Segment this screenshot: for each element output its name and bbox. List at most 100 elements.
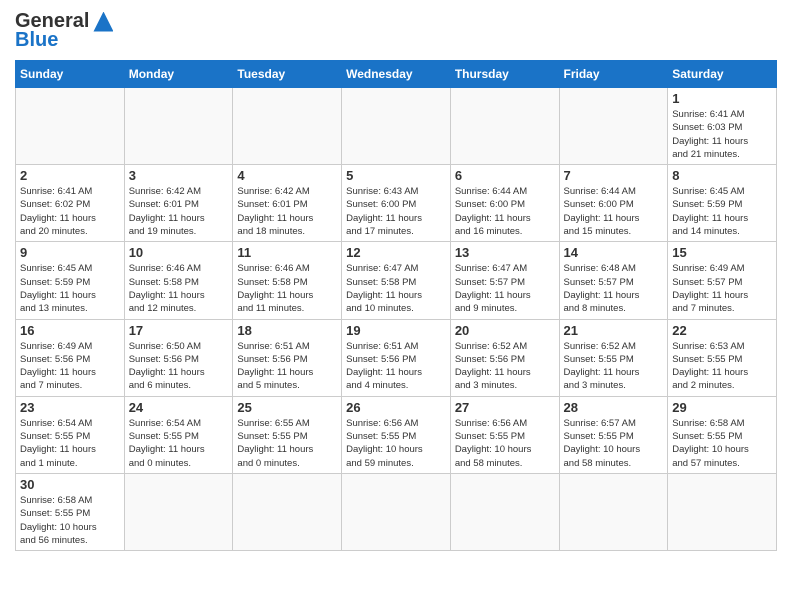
day-number: 30 [20,477,120,492]
calendar-cell: 10Sunrise: 6:46 AM Sunset: 5:58 PM Dayli… [124,242,233,319]
day-info: Sunrise: 6:41 AM Sunset: 6:02 PM Dayligh… [20,185,120,238]
day-number: 20 [455,323,555,338]
day-info: Sunrise: 6:58 AM Sunset: 5:55 PM Dayligh… [672,417,772,470]
day-number: 28 [564,400,664,415]
day-number: 12 [346,245,446,260]
calendar-cell [233,88,342,165]
day-number: 17 [129,323,229,338]
calendar-body: 1 Sunrise: 6:41 AM Sunset: 6:03 PM Daylig… [16,88,777,551]
day-info: Sunrise: 6:42 AM Sunset: 6:01 PM Dayligh… [237,185,337,238]
calendar-cell: 9Sunrise: 6:45 AM Sunset: 5:59 PM Daylig… [16,242,125,319]
calendar-cell: 1 Sunrise: 6:41 AM Sunset: 6:03 PM Daylig… [668,88,777,165]
day-number: 8 [672,168,772,183]
day-info: Sunrise: 6:54 AM Sunset: 5:55 PM Dayligh… [20,417,120,470]
calendar-cell: 25Sunrise: 6:55 AM Sunset: 5:55 PM Dayli… [233,396,342,473]
day-number: 14 [564,245,664,260]
day-number: 6 [455,168,555,183]
calendar-cell [124,88,233,165]
calendar-week-1: 1 Sunrise: 6:41 AM Sunset: 6:03 PM Daylig… [16,88,777,165]
calendar-cell: 28Sunrise: 6:57 AM Sunset: 5:55 PM Dayli… [559,396,668,473]
calendar-cell [559,473,668,550]
day-info: Sunrise: 6:58 AM Sunset: 5:55 PM Dayligh… [20,494,120,547]
day-number: 2 [20,168,120,183]
logo-blue: Blue [15,29,58,52]
calendar-week-4: 16 Sunrise: 6:49 AM Sunset: 5:56 PM Dayli… [16,319,777,396]
calendar-cell [559,88,668,165]
calendar-cell: 20Sunrise: 6:52 AM Sunset: 5:56 PM Dayli… [450,319,559,396]
calendar-cell [450,88,559,165]
calendar-cell [124,473,233,550]
weekday-saturday: Saturday [668,61,777,88]
calendar-cell [233,473,342,550]
page-container: General Blue SundayMondayTuesdayWednesda… [0,0,792,561]
day-info: Sunrise: 6:44 AM Sunset: 6:00 PM Dayligh… [455,185,555,238]
weekday-friday: Friday [559,61,668,88]
weekday-wednesday: Wednesday [342,61,451,88]
calendar-cell: 8 Sunrise: 6:45 AM Sunset: 5:59 PM Daylig… [668,165,777,242]
calendar-cell [342,88,451,165]
calendar-cell: 24 Sunrise: 6:54 AM Sunset: 5:55 PM Dayli… [124,396,233,473]
logo-triangle [93,12,113,32]
day-info: Sunrise: 6:49 AM Sunset: 5:57 PM Dayligh… [672,262,772,315]
day-number: 3 [129,168,229,183]
day-number: 5 [346,168,446,183]
day-info: Sunrise: 6:50 AM Sunset: 5:56 PM Dayligh… [129,340,229,393]
day-info: Sunrise: 6:56 AM Sunset: 5:55 PM Dayligh… [455,417,555,470]
day-number: 1 [672,91,772,106]
day-number: 7 [564,168,664,183]
weekday-header-row: SundayMondayTuesdayWednesdayThursdayFrid… [16,61,777,88]
day-info: Sunrise: 6:44 AM Sunset: 6:00 PM Dayligh… [564,185,664,238]
calendar-cell: 17 Sunrise: 6:50 AM Sunset: 5:56 PM Dayli… [124,319,233,396]
calendar-cell: 30 Sunrise: 6:58 AM Sunset: 5:55 PM Dayli… [16,473,125,550]
calendar-cell: 2 Sunrise: 6:41 AM Sunset: 6:02 PM Daylig… [16,165,125,242]
logo: General Blue [15,10,113,52]
day-number: 21 [564,323,664,338]
day-number: 24 [129,400,229,415]
day-number: 26 [346,400,446,415]
calendar-cell: 5 Sunrise: 6:43 AM Sunset: 6:00 PM Daylig… [342,165,451,242]
weekday-monday: Monday [124,61,233,88]
calendar-header: SundayMondayTuesdayWednesdayThursdayFrid… [16,61,777,88]
calendar-cell [342,473,451,550]
day-info: Sunrise: 6:48 AM Sunset: 5:57 PM Dayligh… [564,262,664,315]
day-info: Sunrise: 6:45 AM Sunset: 5:59 PM Dayligh… [672,185,772,238]
day-number: 29 [672,400,772,415]
calendar-cell: 11Sunrise: 6:46 AM Sunset: 5:58 PM Dayli… [233,242,342,319]
day-number: 18 [237,323,337,338]
day-number: 4 [237,168,337,183]
day-number: 13 [455,245,555,260]
calendar-cell: 18 Sunrise: 6:51 AM Sunset: 5:56 PM Dayli… [233,319,342,396]
calendar-cell: 14 Sunrise: 6:48 AM Sunset: 5:57 PM Dayli… [559,242,668,319]
calendar-cell [450,473,559,550]
day-number: 22 [672,323,772,338]
day-info: Sunrise: 6:51 AM Sunset: 5:56 PM Dayligh… [237,340,337,393]
calendar-cell: 7 Sunrise: 6:44 AM Sunset: 6:00 PM Daylig… [559,165,668,242]
day-info: Sunrise: 6:56 AM Sunset: 5:55 PM Dayligh… [346,417,446,470]
day-info: Sunrise: 6:51 AM Sunset: 5:56 PM Dayligh… [346,340,446,393]
calendar-cell: 21Sunrise: 6:52 AM Sunset: 5:55 PM Dayli… [559,319,668,396]
day-info: Sunrise: 6:41 AM Sunset: 6:03 PM Dayligh… [672,108,772,161]
day-info: Sunrise: 6:49 AM Sunset: 5:56 PM Dayligh… [20,340,120,393]
day-number: 10 [129,245,229,260]
day-number: 27 [455,400,555,415]
calendar-cell: 3 Sunrise: 6:42 AM Sunset: 6:01 PM Daylig… [124,165,233,242]
day-info: Sunrise: 6:42 AM Sunset: 6:01 PM Dayligh… [129,185,229,238]
calendar-cell: 19Sunrise: 6:51 AM Sunset: 5:56 PM Dayli… [342,319,451,396]
calendar-cell [16,88,125,165]
day-info: Sunrise: 6:54 AM Sunset: 5:55 PM Dayligh… [129,417,229,470]
calendar-cell: 26 Sunrise: 6:56 AM Sunset: 5:55 PM Dayli… [342,396,451,473]
calendar-cell: 27 Sunrise: 6:56 AM Sunset: 5:55 PM Dayli… [450,396,559,473]
weekday-tuesday: Tuesday [233,61,342,88]
day-number: 11 [237,245,337,260]
day-info: Sunrise: 6:43 AM Sunset: 6:00 PM Dayligh… [346,185,446,238]
day-info: Sunrise: 6:55 AM Sunset: 5:55 PM Dayligh… [237,417,337,470]
day-number: 16 [20,323,120,338]
calendar-cell: 29 Sunrise: 6:58 AM Sunset: 5:55 PM Dayli… [668,396,777,473]
calendar-cell: 12Sunrise: 6:47 AM Sunset: 5:58 PM Dayli… [342,242,451,319]
day-info: Sunrise: 6:45 AM Sunset: 5:59 PM Dayligh… [20,262,120,315]
calendar-cell: 13Sunrise: 6:47 AM Sunset: 5:57 PM Dayli… [450,242,559,319]
calendar-week-2: 2 Sunrise: 6:41 AM Sunset: 6:02 PM Daylig… [16,165,777,242]
calendar-table: SundayMondayTuesdayWednesdayThursdayFrid… [15,60,777,551]
header: General Blue [15,10,777,52]
calendar-cell: 15Sunrise: 6:49 AM Sunset: 5:57 PM Dayli… [668,242,777,319]
